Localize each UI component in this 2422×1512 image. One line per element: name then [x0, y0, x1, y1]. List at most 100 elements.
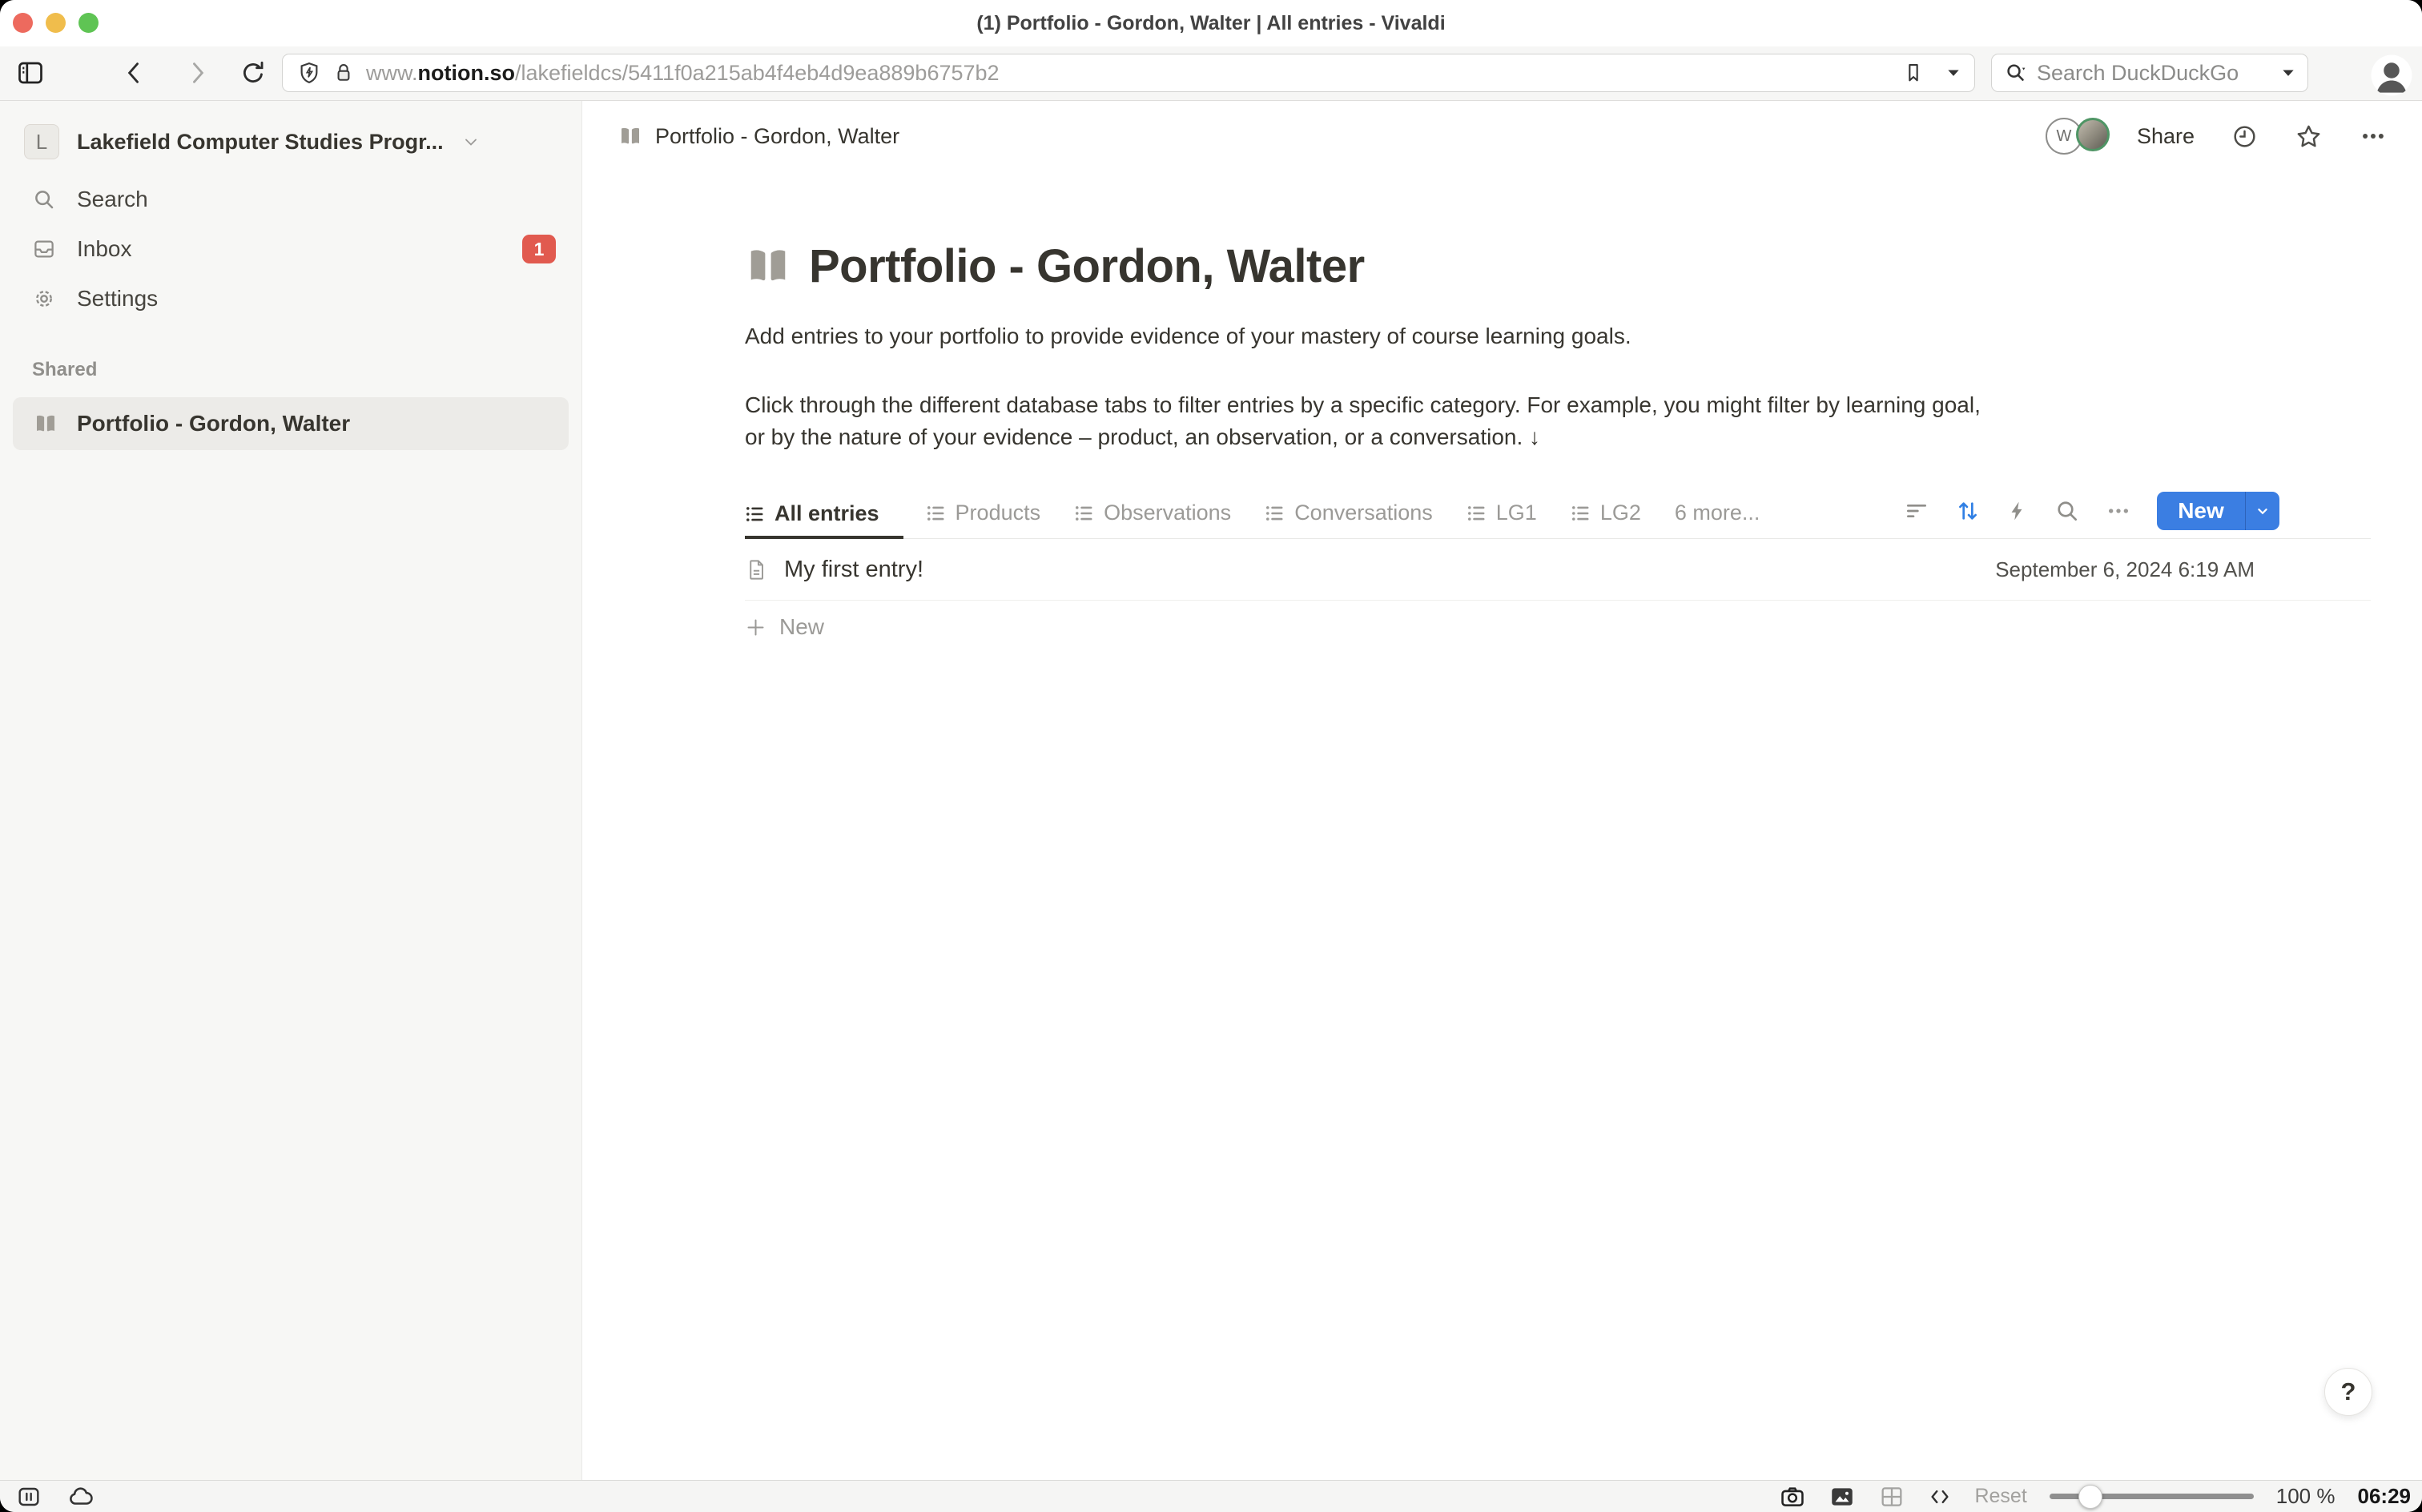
minimize-window-button[interactable]	[46, 13, 66, 33]
code-tools-icon[interactable]	[1928, 1485, 1952, 1509]
zoom-slider-knob[interactable]	[2078, 1485, 2102, 1509]
capture-camera-icon[interactable]	[1779, 1483, 1806, 1510]
tab-label: Observations	[1104, 501, 1231, 525]
zoom-slider[interactable]	[2050, 1485, 2254, 1509]
back-icon	[121, 59, 148, 86]
new-entry-split-button: New	[2157, 492, 2279, 530]
database-controls: New	[1904, 492, 2279, 530]
tab-label: Conversations	[1294, 501, 1433, 525]
entry-date[interactable]: September 6, 2024 6:19 AM	[1995, 557, 2255, 582]
search-icon	[2054, 498, 2080, 524]
database-tabbar: All entries Products	[745, 493, 2371, 539]
tiling-grid-icon[interactable]	[1878, 1483, 1905, 1510]
sidebar-item-label: Inbox	[77, 236, 132, 262]
window-titlebar: (1) Portfolio - Gordon, Walter | All ent…	[0, 0, 2422, 46]
workspace-switcher[interactable]: L Lakefield Computer Studies Progr...	[24, 119, 561, 165]
address-bar[interactable]: www.notion.so/lakefieldcs/5411f0a215ab4f…	[282, 54, 1975, 92]
tab-conversations[interactable]: Conversations	[1265, 501, 1433, 538]
list-view-icon	[1265, 503, 1285, 524]
back-button[interactable]	[119, 57, 151, 89]
bookmark-icon[interactable]	[1902, 62, 1925, 84]
breadcrumb-label: Portfolio - Gordon, Walter	[655, 124, 899, 149]
app-content: L Lakefield Computer Studies Progr... Se…	[0, 101, 2422, 1480]
open-book-icon	[34, 412, 58, 436]
sync-cloud-icon[interactable]	[66, 1483, 96, 1510]
bookmark-dropdown-caret-icon[interactable]	[1947, 69, 1960, 78]
add-row-button[interactable]: New	[745, 601, 2371, 653]
page-actions-image-icon[interactable]	[1829, 1483, 1856, 1510]
notion-sidebar: L Lakefield Computer Studies Progr... Se…	[0, 101, 582, 1480]
lock-icon[interactable]	[332, 62, 355, 84]
page-title[interactable]: Portfolio - Gordon, Walter	[809, 239, 1365, 293]
browser-profile-avatar[interactable]	[2371, 54, 2412, 96]
new-entry-dropdown-button[interactable]	[2245, 492, 2279, 530]
table-row[interactable]: My first entry! September 6, 2024 6:19 A…	[745, 539, 2371, 601]
tab-lg2[interactable]: LG2	[1571, 501, 1641, 538]
panel-status-icon[interactable]	[16, 1484, 42, 1510]
tab-label: All entries	[774, 501, 879, 526]
sidebar-nav: Search Inbox 1 Settings	[11, 175, 570, 324]
lightning-icon	[2006, 500, 2029, 522]
search-icon	[32, 187, 56, 211]
instructions-paragraph[interactable]: Click through the different database tab…	[745, 389, 1994, 453]
chevron-down-icon	[461, 132, 481, 151]
db-search-button[interactable]	[2054, 498, 2080, 524]
open-book-icon	[618, 124, 642, 148]
browser-toolbar: www.notion.so/lakefieldcs/5411f0a215ab4f…	[0, 46, 2422, 101]
clock-time: 06:29	[2358, 1484, 2412, 1509]
sidebar-item-inbox[interactable]: Inbox 1	[11, 224, 570, 274]
ellipsis-icon	[2106, 498, 2131, 524]
help-button[interactable]: ?	[2324, 1368, 2372, 1416]
sidebar-item-label: Settings	[77, 286, 158, 312]
new-entry-button[interactable]: New	[2157, 492, 2245, 530]
favorite-button[interactable]	[2295, 123, 2323, 151]
breadcrumb[interactable]: Portfolio - Gordon, Walter	[618, 124, 899, 149]
tab-observations[interactable]: Observations	[1074, 501, 1231, 538]
entry-title[interactable]: My first entry!	[784, 557, 923, 583]
sort-button[interactable]	[1955, 498, 1981, 524]
tab-label: LG2	[1600, 501, 1641, 525]
sidebar-item-search[interactable]: Search	[11, 175, 570, 224]
browser-window: (1) Portfolio - Gordon, Walter | All ent…	[0, 0, 2422, 1512]
url-path: /lakefieldcs/5411f0a215ab4f4eb4d9ea889b6…	[515, 61, 1000, 85]
page-document-icon	[745, 558, 768, 581]
search-field[interactable]: Search DuckDuckGo	[1991, 54, 2308, 92]
tab-products[interactable]: Products	[926, 501, 1041, 538]
chevron-down-icon	[2254, 502, 2271, 520]
close-window-button[interactable]	[13, 13, 33, 33]
updates-button[interactable]	[2231, 123, 2258, 150]
search-dropdown-caret-icon[interactable]	[2282, 69, 2295, 78]
presence-avatar-photo	[2076, 118, 2110, 151]
help-label: ?	[2341, 1377, 2356, 1406]
page-open-book-icon[interactable]	[745, 243, 791, 289]
tab-all-entries[interactable]: All entries	[745, 501, 903, 539]
reload-button[interactable]	[237, 57, 269, 89]
presence-avatars[interactable]: W	[2046, 118, 2113, 155]
share-button[interactable]: Share	[2137, 124, 2195, 149]
db-more-button[interactable]	[2106, 498, 2131, 524]
tab-lg1[interactable]: LG1	[1466, 501, 1537, 538]
panel-toggle-icon	[16, 58, 45, 87]
url-text: www.notion.so/lakefieldcs/5411f0a215ab4f…	[366, 61, 1000, 86]
shield-icon[interactable]	[297, 61, 321, 85]
zoom-window-button[interactable]	[78, 13, 99, 33]
intro-paragraph[interactable]: Add entries to your portfolio to provide…	[745, 320, 1994, 352]
forward-button[interactable]	[181, 57, 213, 89]
panel-toggle-button[interactable]	[14, 57, 46, 89]
search-engine-icon[interactable]	[2005, 61, 2029, 85]
search-placeholder: Search DuckDuckGo	[2037, 61, 2282, 86]
sidebar-item-portfolio-page[interactable]: Portfolio - Gordon, Walter	[13, 397, 569, 450]
page-more-button[interactable]	[2360, 123, 2387, 150]
forward-icon	[183, 59, 211, 86]
sidebar-item-settings[interactable]: Settings	[11, 274, 570, 324]
gear-icon	[32, 287, 56, 311]
filter-button[interactable]	[1904, 498, 1929, 524]
filter-icon	[1904, 498, 1929, 524]
window-title: (1) Portfolio - Gordon, Walter | All ent…	[160, 0, 2262, 46]
page-topbar: Portfolio - Gordon, Walter W Share	[583, 101, 2422, 171]
workspace-name: Lakefield Computer Studies Progr...	[77, 130, 444, 155]
automations-button[interactable]	[2006, 500, 2029, 522]
page-title-row: Portfolio - Gordon, Walter	[745, 235, 2371, 296]
zoom-reset-button[interactable]: Reset	[1974, 1485, 2026, 1508]
tabs-more-button[interactable]: 6 more...	[1675, 501, 1760, 538]
